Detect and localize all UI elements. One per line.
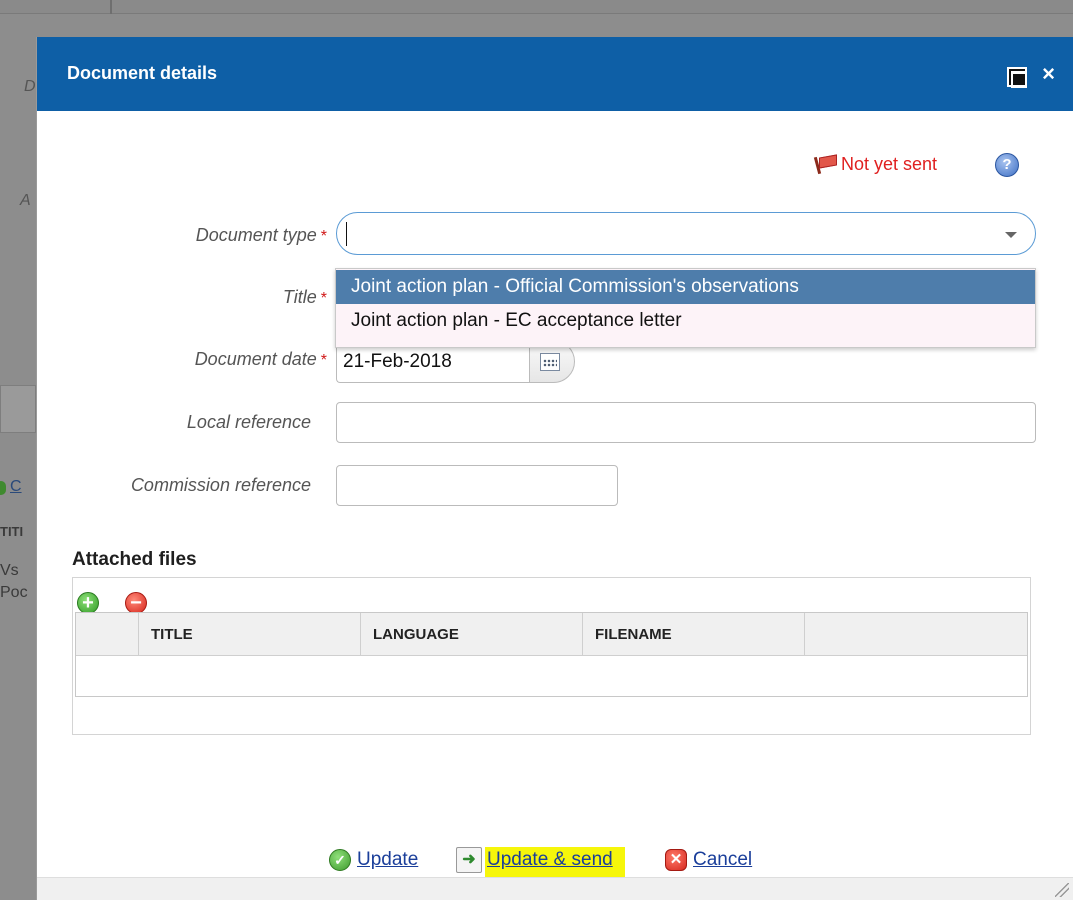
send-icon[interactable]: ➜ — [456, 847, 482, 873]
column-header-select[interactable] — [76, 613, 138, 656]
chevron-down-icon[interactable] — [1005, 232, 1017, 238]
background-cell: Poc — [0, 584, 28, 601]
background-topbar — [0, 0, 1073, 14]
send-status: Not yet sent — [813, 152, 937, 176]
grid-header: TITLE LANGUAGE FILENAME — [76, 613, 1027, 656]
attached-files-grid: TITLE LANGUAGE FILENAME — [75, 612, 1028, 697]
dialog-actions: ✓ Update ➜ Update & send ✕ Cancel — [329, 847, 789, 877]
required-marker: * — [320, 290, 327, 307]
document-date-label-text: Document date — [194, 349, 317, 369]
cancel-icon[interactable]: ✕ — [665, 849, 687, 871]
maximize-icon[interactable] — [1007, 67, 1027, 88]
status-text: Not yet sent — [841, 153, 938, 174]
title-label-text: Title — [282, 287, 317, 307]
background-add-icon — [0, 481, 6, 495]
document-type-dropdown: Joint action plan - Official Commission'… — [335, 268, 1036, 348]
resize-handle-icon[interactable] — [1055, 883, 1069, 897]
dialog-title: Document details — [67, 63, 218, 83]
check-icon[interactable]: ✓ — [329, 849, 351, 871]
attached-files-panel: + − TITLE LANGUAGE FILENAME — [72, 577, 1031, 735]
background-cell: Vs — [0, 562, 19, 579]
document-type-label: Document type * — [87, 225, 327, 246]
dropdown-option[interactable]: Joint action plan - EC acceptance letter — [336, 304, 1035, 338]
cancel-button[interactable]: Cancel — [693, 849, 752, 871]
close-icon[interactable]: × — [1042, 62, 1055, 86]
required-marker: * — [320, 228, 327, 245]
local-reference-label: Local reference — [186, 412, 311, 432]
background-text: D — [24, 78, 36, 95]
dialog-footer — [37, 877, 1073, 900]
column-header-language[interactable]: LANGUAGE — [360, 613, 582, 656]
document-details-dialog: Document details × Not yet sent ? Docume… — [36, 37, 1073, 900]
title-label: Title * — [87, 287, 327, 308]
commission-reference-input[interactable] — [336, 465, 618, 506]
document-date-label: Document date * — [87, 349, 327, 370]
column-header-extra[interactable] — [804, 613, 1027, 656]
update-send-button[interactable]: Update & send — [485, 847, 625, 877]
column-header-filename[interactable]: FILENAME — [582, 613, 804, 656]
help-icon[interactable]: ? — [995, 153, 1019, 177]
background-column-header: TITI — [0, 524, 24, 539]
text-cursor — [346, 222, 347, 246]
background-text: A — [20, 192, 31, 209]
background-link: C — [10, 478, 22, 495]
commission-reference-label: Commission reference — [130, 475, 311, 495]
dialog-titlebar[interactable]: Document details × — [37, 37, 1073, 111]
document-type-label-text: Document type — [195, 225, 317, 245]
column-header-title[interactable]: TITLE — [138, 613, 360, 656]
dropdown-option[interactable]: Joint action plan - Official Commission'… — [336, 270, 1035, 304]
local-reference-input[interactable] — [336, 402, 1036, 443]
required-marker: * — [320, 352, 327, 369]
flag-icon — [813, 153, 839, 175]
remove-icon[interactable]: − — [125, 592, 147, 614]
add-icon[interactable]: + — [77, 592, 99, 614]
update-button[interactable]: Update — [357, 849, 418, 871]
document-type-select[interactable] — [336, 212, 1036, 255]
background-button — [0, 385, 36, 433]
background-tab — [0, 0, 112, 14]
attached-files-heading: Attached files — [72, 549, 197, 570]
calendar-icon — [540, 353, 560, 371]
